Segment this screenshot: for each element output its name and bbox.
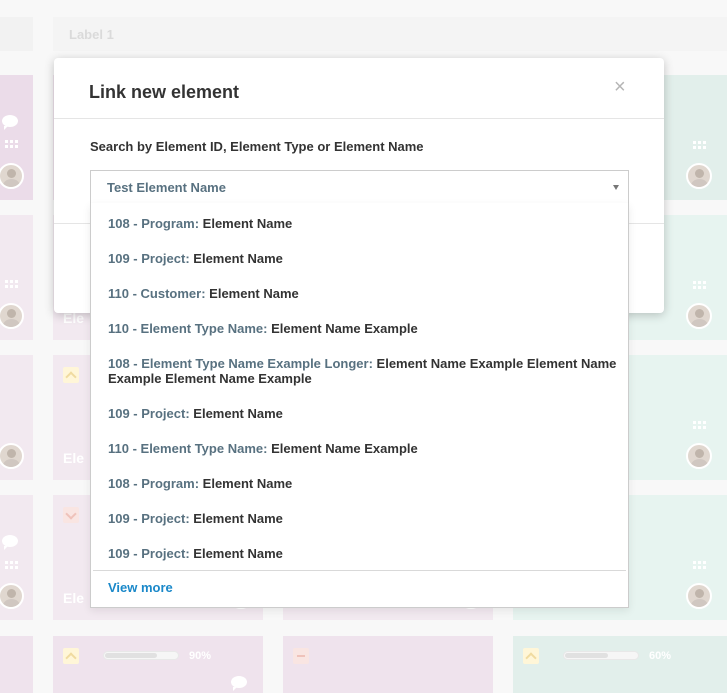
option-prefix: 110 - Element Type Name: <box>108 441 268 456</box>
result-option[interactable]: 109 - Project: Element Name <box>91 511 628 526</box>
divider <box>54 118 664 119</box>
dialog-title: Link new element <box>89 82 240 102</box>
caret-down-icon[interactable] <box>613 185 619 190</box>
option-name: Element Name <box>193 251 283 266</box>
option-prefix: 109 - Project: <box>108 546 190 561</box>
result-option[interactable]: 110 - Element Type Name: Element Name Ex… <box>91 441 628 456</box>
result-option[interactable]: 110 - Customer: Element Name <box>91 286 628 301</box>
option-name: Element Name Example <box>271 441 418 456</box>
option-name: Element Name <box>193 511 283 526</box>
search-label: Search by Element ID, Element Type or El… <box>90 139 424 154</box>
option-prefix: 109 - Project: <box>108 406 190 421</box>
option-name: Element Name <box>202 216 293 231</box>
results-dropdown: 108 - Program: Element Name 109 - Projec… <box>90 203 629 608</box>
result-option[interactable]: 109 - Project: Element Name <box>91 251 628 266</box>
view-more-link[interactable]: View more <box>108 580 173 595</box>
result-option[interactable]: 108 - Element Type Name Example Longer: … <box>91 356 628 386</box>
option-prefix: 108 - Program: <box>108 476 200 491</box>
divider <box>93 570 626 571</box>
option-prefix: 110 - Customer: <box>108 286 206 301</box>
option-prefix: 108 - Element Type Name Example Longer: <box>108 356 373 371</box>
close-icon[interactable]: × <box>614 77 626 97</box>
select-value: Test Element Name <box>107 180 226 195</box>
option-prefix: 109 - Project: <box>108 511 190 526</box>
result-option[interactable]: 108 - Program: Element Name <box>91 216 628 231</box>
result-option[interactable]: 110 - Element Type Name: Element Name Ex… <box>91 321 628 336</box>
result-option[interactable]: 109 - Project: Element Name <box>91 546 628 561</box>
result-option[interactable]: 109 - Project: Element Name <box>91 406 628 421</box>
option-name: Element Name <box>193 406 283 421</box>
element-search-select[interactable]: Test Element Name <box>90 170 629 204</box>
option-name: Element Name <box>193 546 283 561</box>
option-prefix: 110 - Element Type Name: <box>108 321 268 336</box>
option-name: Element Name <box>202 476 293 491</box>
result-option[interactable]: 108 - Program: Element Name <box>91 476 628 491</box>
option-prefix: 108 - Program: <box>108 216 200 231</box>
option-name: Element Name Example <box>271 321 418 336</box>
option-name: Element Name <box>209 286 299 301</box>
option-prefix: 109 - Project: <box>108 251 190 266</box>
